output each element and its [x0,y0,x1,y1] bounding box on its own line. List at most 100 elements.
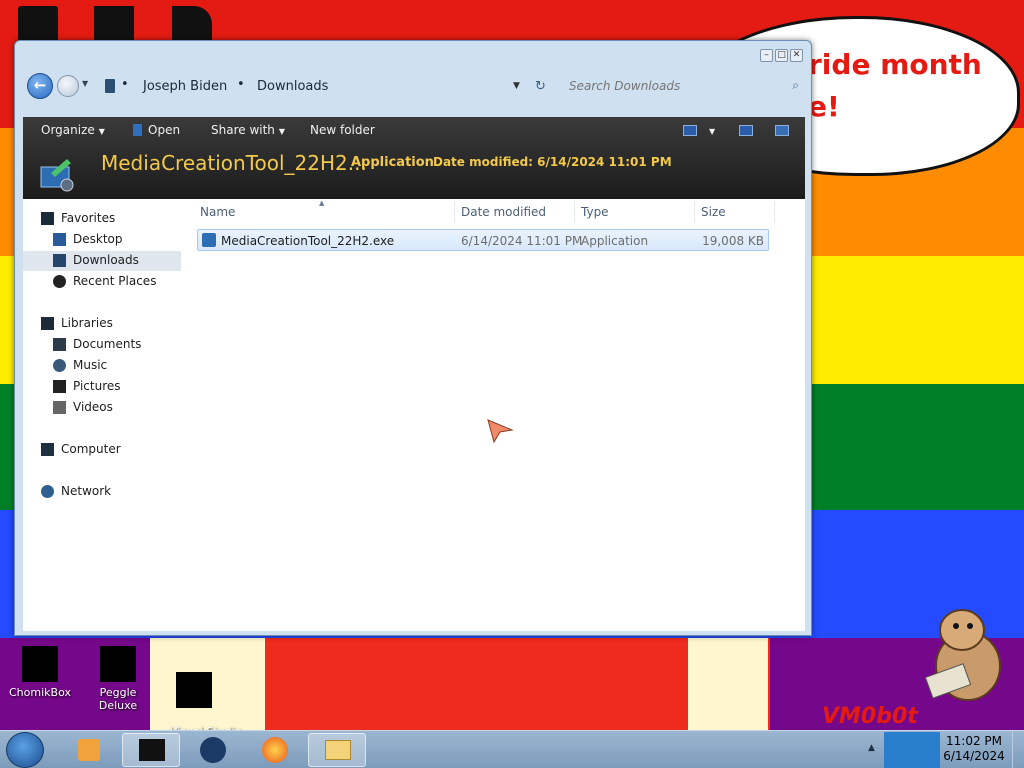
tray-app-icon[interactable] [884,732,940,768]
peggle-icon [100,646,136,682]
view-dropdown-arrow[interactable]: ▼ [709,127,715,136]
nav-music[interactable]: Music [53,356,181,376]
refresh-icon[interactable]: ↻ [535,79,546,94]
exe-file-icon [202,233,216,247]
nav-videos[interactable]: Videos [53,398,181,418]
desktop-icon-peggle[interactable]: Peggle Deluxe [80,646,156,712]
start-button[interactable] [6,732,44,768]
chomikbox-icon [22,646,58,682]
nav-downloads[interactable]: Downloads [23,251,181,271]
media-player-icon [78,739,100,761]
column-header-size[interactable]: Size [701,205,726,219]
back-button[interactable]: ← [27,73,53,99]
hamster-mascot-icon [924,609,1001,701]
minimize-button[interactable]: – [760,49,773,62]
show-desktop-button[interactable] [1012,731,1024,768]
file-name: MediaCreationTool_22H2.exe [221,234,395,248]
navigation-pane: Favorites Desktop Downloads Recent Place… [23,199,191,631]
column-header-date-modified[interactable]: Date modified [461,205,546,219]
details-date-modified: Date modified: 6/14/2024 11:01 PM [433,155,672,169]
nav-network[interactable]: Network [41,482,181,502]
preview-pane-icon[interactable] [739,125,753,136]
breadcrumb-joseph-biden[interactable]: Joseph Biden [143,79,227,94]
nav-recent-places[interactable]: Recent Places [53,272,181,292]
taskbar-explorer[interactable] [308,733,366,767]
taskbar: ▲ 11:02 PM 6/14/2024 [0,730,1024,768]
open-button[interactable]: Open [133,123,180,137]
file-date: 6/14/2024 11:01 PM [461,234,583,248]
mouse-cursor-icon [487,419,514,444]
nav-pictures[interactable]: Pictures [53,377,181,397]
show-hidden-icons-icon[interactable]: ▲ [868,743,875,753]
help-icon[interactable] [775,125,789,136]
file-row[interactable]: MediaCreationTool_22H2.exe 6/14/2024 11:… [197,229,769,251]
chevron-down-icon: ▼ [98,127,105,136]
location-icon [105,79,115,93]
address-dropdown-arrow[interactable]: ▼ [513,81,520,91]
desktop-app-icon[interactable] [94,6,134,42]
sort-arrow-icon: ▲ [319,199,325,207]
nav-label: Music [73,358,108,372]
taskbar-firefox[interactable] [246,733,304,767]
computer-icon [41,443,54,456]
forward-button[interactable] [57,75,79,97]
downloads-icon [53,254,66,267]
visual-studio-icon [176,672,212,708]
column-header-type[interactable]: Type [581,205,609,219]
column-divider[interactable] [774,201,775,223]
new-folder-button[interactable]: New folder [310,123,375,137]
share-with-button[interactable]: Share with ▼ [211,123,285,137]
search-box[interactable]: ⌕ [559,73,803,99]
nav-libraries[interactable]: Libraries [41,314,181,334]
nav-label: Desktop [73,232,123,246]
desktop-icon-chomikbox[interactable]: ChomikBox [2,646,78,699]
recycle-bin-icon[interactable] [18,6,58,42]
media-creation-tool-icon [40,159,74,192]
nav-label: Recent Places [73,274,157,288]
taskbar-media-player[interactable] [60,733,118,767]
column-divider[interactable] [574,201,575,223]
file-list: ▲ Name Date modified Type Size MediaCrea… [191,199,805,631]
maximize-button[interactable]: □ [775,49,788,62]
nav-favorites[interactable]: Favorites [41,209,181,229]
nav-label: Libraries [61,316,113,330]
nav-label: Pictures [73,379,121,393]
recent-pages-dropdown[interactable]: ▼ [82,79,88,88]
app-icon [139,739,165,761]
libraries-icon [41,317,54,330]
open-label: Open [148,123,181,137]
nav-documents[interactable]: Documents [53,335,181,355]
nav-label: Documents [73,337,142,351]
taskbar-app[interactable] [184,733,242,767]
search-icon[interactable]: ⌕ [792,78,799,93]
organize-button[interactable]: Organize ▼ [41,123,105,137]
wallpaper-drawing-part [688,638,768,730]
desktop-icon-label: Peggle Deluxe [98,686,138,712]
close-button[interactable]: ✕ [790,49,803,62]
column-header-name[interactable]: Name [200,205,235,219]
breadcrumb-downloads[interactable]: Downloads [257,79,328,94]
file-type: Application [581,234,649,248]
details-file-type: Application [351,155,434,170]
open-icon [133,124,142,136]
column-divider[interactable] [454,201,455,223]
nav-label: Favorites [61,211,116,225]
breadcrumb-separator: • [121,77,129,92]
nav-desktop[interactable]: Desktop [53,230,181,250]
speech-bubble-text: ride month e! [808,48,982,123]
organize-label: Organize [41,123,95,137]
change-view-icon[interactable] [683,125,697,136]
search-input[interactable] [569,78,769,94]
address-bar[interactable]: • Joseph Biden • Downloads ▼ ↻ [105,73,565,99]
desktop-app-icon[interactable] [172,6,212,42]
taskbar-app[interactable] [122,733,180,767]
nav-computer[interactable]: Computer [41,440,181,460]
clock[interactable]: 11:02 PM 6/14/2024 [942,734,1006,764]
column-divider[interactable] [694,201,695,223]
favorites-star-icon [41,212,54,225]
breadcrumb-separator: • [237,77,245,92]
pictures-icon [53,380,66,393]
clock-time: 11:02 PM [946,734,1002,748]
nav-label: Videos [73,400,113,414]
nav-label: Network [61,484,112,498]
